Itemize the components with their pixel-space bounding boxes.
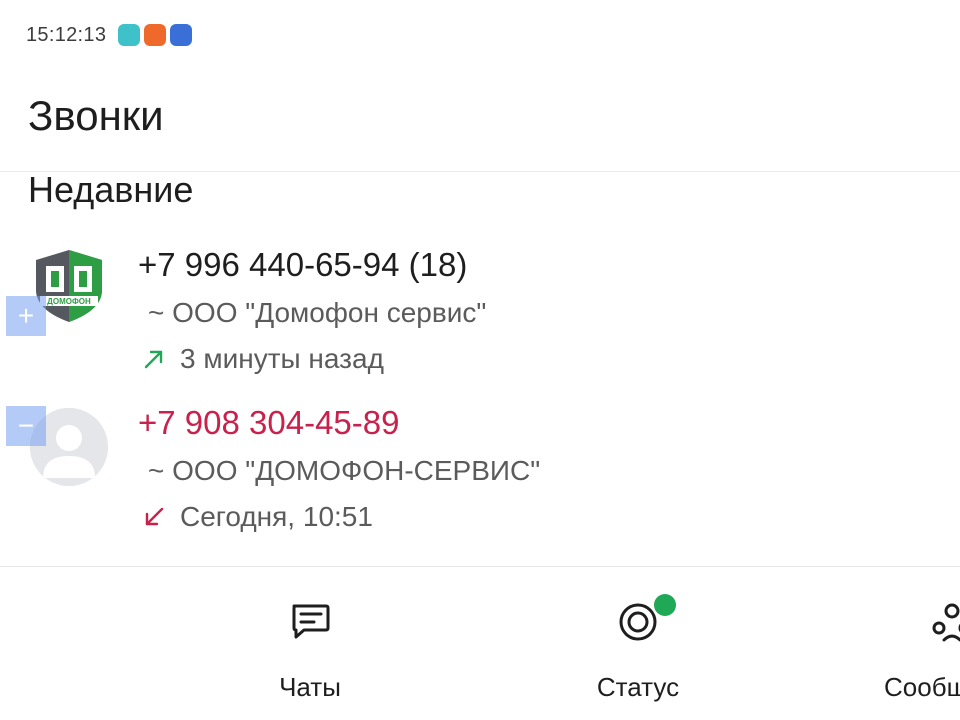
- tab-label: Статус: [596, 672, 680, 702]
- call-details: +7 908 304-45-89 ~ ООО "ДОМОФОН-СЕРВИС" …: [138, 398, 540, 540]
- call-list-item[interactable]: − +7 908 304-45-89 ~ ООО "ДОМОФОН-СЕРВИС…: [0, 398, 960, 548]
- app-notification-icon: [118, 24, 141, 46]
- outgoing-arrow-icon: [144, 350, 163, 369]
- page-title: Звонки: [28, 92, 164, 139]
- status-bar: 15:12:13: [26, 20, 193, 50]
- tab-status[interactable]: Статус: [548, 594, 728, 708]
- tab-label: Сообщ: [884, 672, 960, 702]
- select-toggle-button[interactable]: +: [6, 296, 46, 336]
- call-contact-name: ~ ООО "Домофон сервис": [148, 297, 487, 328]
- missed-call-arrow-icon: [145, 507, 164, 526]
- chat-icon: [292, 604, 330, 639]
- tab-chats[interactable]: Чаты: [220, 598, 400, 708]
- divider: [0, 566, 960, 567]
- call-number: +7 996 440-65-94 (18): [138, 246, 468, 283]
- call-list-item[interactable]: ДОМОФОН + +7 996 440-65-94 (18) ~ ООО "Д…: [0, 240, 960, 390]
- logo-text: ДОМОФОН: [47, 297, 91, 306]
- select-toggle-button[interactable]: −: [6, 406, 46, 446]
- app-notification-icon: [144, 24, 167, 46]
- notification-icons: [118, 24, 193, 46]
- section-title: Недавние: [28, 169, 194, 210]
- call-details: +7 996 440-65-94 (18) ~ ООО "Домофон сер…: [138, 240, 486, 382]
- call-time-row: 3 минуты назад: [142, 336, 486, 382]
- calls-screen: 15:12:13 Звонки Недавние ДОМОФОН + +7 99…: [0, 0, 960, 720]
- call-time: 3 минуты назад: [180, 343, 384, 374]
- app-notification-icon: [170, 24, 193, 46]
- call-contact-name: ~ ООО "ДОМОФОН-СЕРВИС": [148, 455, 541, 486]
- call-time-row: Сегодня, 10:51: [142, 494, 540, 540]
- call-number: +7 908 304-45-89: [138, 404, 400, 441]
- call-time: Сегодня, 10:51: [180, 501, 373, 532]
- tab-label: Чаты: [279, 672, 341, 702]
- status-time: 15:12:13: [26, 23, 107, 46]
- community-icon: [932, 603, 960, 642]
- update-dot-icon: [654, 594, 676, 616]
- tab-communities[interactable]: Сообщ: [870, 598, 960, 708]
